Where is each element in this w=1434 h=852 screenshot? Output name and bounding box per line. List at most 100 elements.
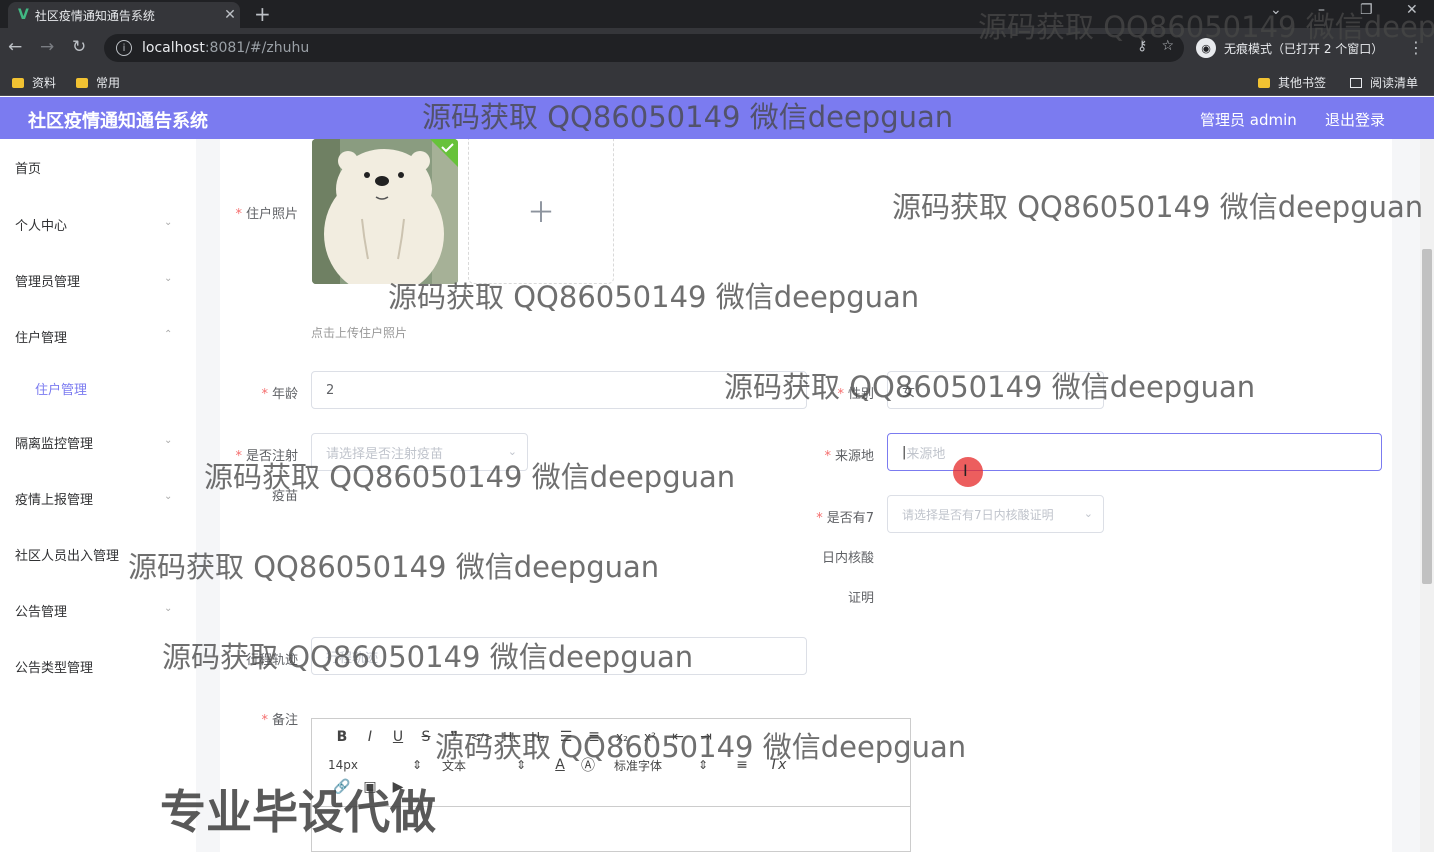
bookmark-label: 常用 bbox=[96, 76, 121, 90]
chevron-down-icon: ⌄ bbox=[507, 445, 517, 458]
reload-icon[interactable]: ↻ bbox=[72, 37, 86, 57]
bookmark-label: 阅读清单 bbox=[1370, 76, 1419, 90]
strike-icon[interactable]: S bbox=[412, 729, 440, 745]
restore-icon[interactable]: ❐ bbox=[1360, 2, 1373, 18]
quote-icon[interactable]: ❞ bbox=[440, 729, 468, 745]
scrollbar-thumb[interactable] bbox=[1422, 249, 1432, 584]
vaccine-select[interactable]: 请选择是否注射疫苗 ⌄ bbox=[311, 433, 528, 471]
info-icon[interactable]: i bbox=[116, 40, 132, 56]
app-header: 社区疫情通知通告系统 管理员 admin 退出登录 bbox=[0, 97, 1434, 139]
cursor-highlight bbox=[953, 457, 983, 487]
bullet-list-icon[interactable]: ≣ bbox=[580, 729, 608, 745]
sidebar-item-home[interactable]: 首页 bbox=[15, 158, 41, 177]
watermark-big: 专业毕设代做 bbox=[160, 785, 436, 839]
text-color-icon[interactable]: A bbox=[546, 757, 574, 773]
code-icon[interactable]: </> bbox=[468, 731, 496, 744]
menu-icon[interactable]: ⋮ bbox=[1408, 38, 1424, 57]
incognito-icon: ◉ bbox=[1196, 38, 1216, 58]
vaccine-label-cont: 疫苗 bbox=[271, 489, 298, 504]
chevron-down-icon: ⌄ bbox=[164, 603, 173, 614]
nucleic-label: * 是否有7 bbox=[816, 511, 874, 526]
nucleic-select[interactable]: 请选择是否有7日内核酸证明 ⌄ bbox=[887, 495, 1104, 533]
nucleic-label-cont: 证明 bbox=[847, 591, 874, 606]
gender-value: 女 bbox=[902, 384, 916, 400]
key-icon[interactable]: ⚷ bbox=[1137, 38, 1147, 54]
page-scrollbar[interactable] bbox=[1420, 139, 1434, 852]
vaccine-placeholder: 请选择是否注射疫苗 bbox=[326, 446, 444, 462]
chevron-down-icon: ⌄ bbox=[164, 491, 173, 502]
underline-icon[interactable]: U bbox=[384, 729, 412, 745]
close-icon[interactable]: ✕ bbox=[220, 7, 240, 23]
subscript-icon[interactable]: x₂ bbox=[608, 730, 636, 744]
reading-list-icon bbox=[1350, 77, 1362, 88]
bookmark-folder[interactable]: 资料 bbox=[12, 74, 56, 91]
track-input[interactable]: 行程轨迹 bbox=[311, 637, 807, 675]
sidebar-item-notice-types[interactable]: 公告类型管理 bbox=[15, 657, 93, 676]
bookmark-label: 资料 bbox=[32, 76, 57, 90]
new-tab-button[interactable]: + bbox=[254, 2, 271, 26]
photo-label: * 住户照片 bbox=[235, 207, 298, 222]
reading-list[interactable]: 阅读清单 bbox=[1350, 74, 1418, 91]
current-user: 管理员 admin bbox=[1200, 111, 1297, 129]
upload-hint: 点击上传住户照片 bbox=[311, 326, 408, 340]
vaccine-label: * 是否注射 bbox=[235, 449, 298, 464]
gender-select[interactable]: 女 ⌄ bbox=[887, 371, 1104, 409]
outdent-icon[interactable]: ⇤ bbox=[664, 729, 692, 745]
sidebar-item-residents[interactable]: 住户管理 bbox=[15, 327, 67, 346]
origin-placeholder: 来源地 bbox=[906, 446, 946, 462]
upload-button[interactable]: ＋ bbox=[468, 139, 614, 284]
url-host: localhost bbox=[142, 40, 205, 56]
app-title: 社区疫情通知通告系统 bbox=[28, 111, 208, 132]
sidebar-item-access[interactable]: 社区人员出入管理 bbox=[15, 545, 119, 564]
chevron-down-icon[interactable]: ⌄ bbox=[1270, 2, 1282, 18]
bold-icon[interactable]: B bbox=[328, 729, 356, 745]
superscript-icon[interactable]: x² bbox=[636, 730, 664, 744]
font-family-picker[interactable]: 标准字体 ⇕ bbox=[614, 757, 714, 774]
font-size-picker[interactable]: 14px ⇕ bbox=[328, 758, 428, 772]
sidebar-item-notices[interactable]: 公告管理 bbox=[15, 601, 67, 620]
sidebar-subitem-residents[interactable]: 住户管理 bbox=[35, 379, 87, 398]
indent-icon[interactable]: ⇥ bbox=[692, 729, 720, 745]
browser-tab[interactable]: V 社区疫情通知通告系统 ✕ bbox=[8, 2, 240, 28]
window-close-icon[interactable]: ✕ bbox=[1406, 2, 1418, 18]
sidebar-item-isolation[interactable]: 隔离监控管理 bbox=[15, 433, 93, 452]
age-input[interactable]: 2 bbox=[311, 371, 807, 409]
back-icon[interactable]: ← bbox=[8, 37, 22, 57]
minimize-icon[interactable]: – bbox=[1318, 2, 1325, 18]
sidebar-item-reports[interactable]: 疫情上报管理 bbox=[15, 489, 93, 508]
bookmark-label: 其他书签 bbox=[1278, 76, 1327, 90]
background-color-icon[interactable]: Ⓐ bbox=[574, 755, 602, 775]
url-input[interactable]: i localhost :8081/#/zhuhu ⚷ ☆ bbox=[104, 34, 1184, 62]
star-icon[interactable]: ☆ bbox=[1161, 38, 1174, 54]
italic-icon[interactable]: I bbox=[356, 729, 384, 745]
h2-icon[interactable]: H₂ bbox=[524, 730, 552, 744]
sidebar: 首页 个人中心 ⌄ 管理员管理 ⌄ 住户管理 ⌃ 住户管理 隔离监控管理 ⌄ 疫… bbox=[0, 139, 196, 852]
sidebar-item-profile[interactable]: 个人中心 bbox=[15, 215, 67, 234]
logout-button[interactable]: 退出登录 bbox=[1325, 109, 1385, 130]
sidebar-item-admins[interactable]: 管理员管理 bbox=[15, 271, 80, 290]
folder-icon bbox=[1258, 77, 1270, 88]
folder-icon bbox=[12, 77, 24, 88]
browser-tab-bar: V 社区疫情通知通告系统 ✕ + ⌄ – ❐ ✕ bbox=[0, 0, 1434, 28]
clear-format-icon[interactable]: Tx bbox=[764, 757, 792, 773]
bookmark-folder[interactable]: 常用 bbox=[76, 74, 120, 91]
chevron-down-icon: ⌄ bbox=[164, 217, 173, 228]
align-icon[interactable]: ≡ bbox=[728, 757, 756, 773]
chevron-down-icon: ⌄ bbox=[1083, 507, 1093, 520]
ordered-list-icon[interactable]: ☰ bbox=[552, 729, 580, 745]
resident-photo[interactable] bbox=[312, 139, 458, 284]
nucleic-placeholder: 请选择是否有7日内核酸证明 bbox=[902, 507, 1054, 522]
track-placeholder: 行程轨迹 bbox=[326, 650, 379, 666]
chevron-up-icon: ⌃ bbox=[164, 329, 173, 340]
track-label: 行程轨迹 bbox=[245, 653, 298, 668]
age-value: 2 bbox=[326, 382, 335, 398]
h1-icon[interactable]: H₁ bbox=[496, 730, 524, 744]
polar-bear-image bbox=[312, 139, 458, 284]
url-path: :8081/#/zhuhu bbox=[204, 40, 310, 56]
header-picker[interactable]: 文本 ⇕ bbox=[442, 757, 532, 774]
other-bookmarks[interactable]: 其他书签 bbox=[1258, 74, 1326, 91]
remark-label: * 备注 bbox=[261, 713, 298, 728]
incognito-indicator[interactable]: ◉ 无痕模式（已打开 2 个窗口） bbox=[1196, 34, 1383, 62]
gender-label: * 性别 bbox=[837, 387, 874, 402]
forward-icon[interactable]: → bbox=[40, 37, 54, 57]
